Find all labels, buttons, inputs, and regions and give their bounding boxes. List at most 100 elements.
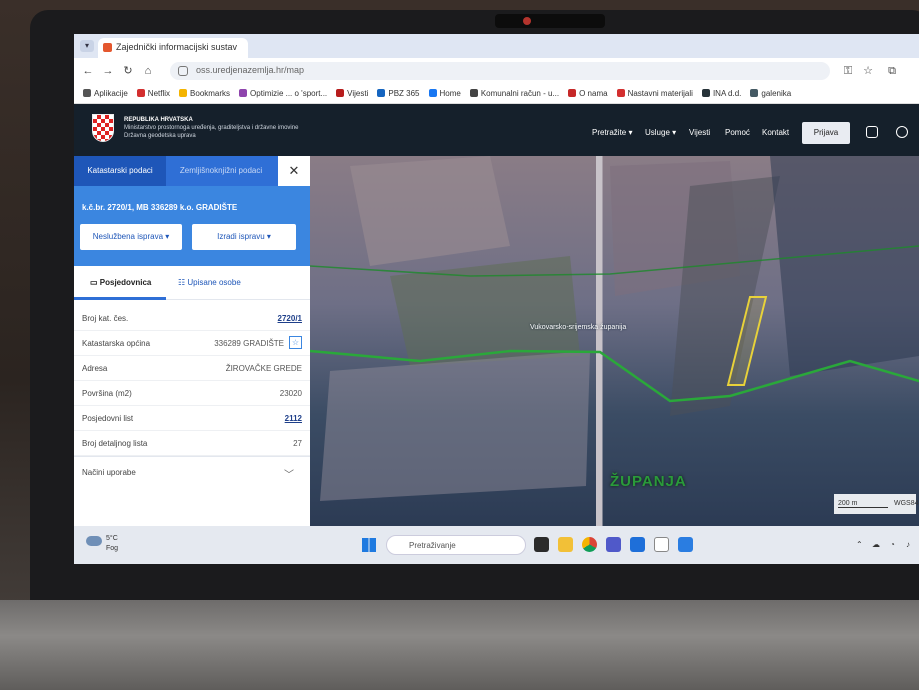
tray-chevron-icon[interactable]: ⌃ (856, 540, 863, 549)
unofficial-document-button[interactable]: Neslužbena isprava ▾ (80, 224, 182, 250)
nacini-uporabe-accordion[interactable]: Načini uporabe ﹀ (74, 456, 310, 486)
map-view[interactable]: Vukovarsko-srijemska županija ŽUPANJA 20… (310, 156, 919, 526)
tab-posjedovnica[interactable]: ▭ Posjedovnica (90, 278, 151, 287)
taskbar-search[interactable]: Pretraživanje (386, 535, 526, 555)
forward-icon[interactable]: → (100, 63, 116, 79)
chrome-icon[interactable] (582, 537, 597, 552)
posjedovni-list-link[interactable]: 2112 (285, 414, 302, 423)
bookmark-icon (377, 89, 386, 97)
weather-widget[interactable]: 5°C Fog (86, 534, 118, 554)
menu-usluge[interactable]: Usluge ▾ (645, 128, 676, 137)
menu-kontakt[interactable]: Kontakt (762, 128, 789, 137)
notepad-icon[interactable] (654, 537, 669, 552)
wifi-icon[interactable]: ◔ (890, 540, 895, 549)
bookmark-icon (616, 89, 625, 97)
row-label: Broj kat. čes. (82, 314, 129, 323)
bookmark-label: Aplikacije (94, 89, 128, 98)
taskbar: 5°C Fog Pretraživanje ⌃ ☁ ◔ ♪ (74, 526, 919, 564)
field-patch (320, 351, 590, 501)
bookmark-item[interactable]: Optimizie ... o 'sport... (239, 84, 328, 103)
row-value: 336289 GRADIŠTE (214, 339, 284, 348)
extensions-icon[interactable]: ⧉ (884, 63, 900, 79)
row-broj-kat-cestice: Broj kat. čes. 2720/1 (74, 306, 310, 331)
org-line2: Ministarstvo prostornoga uređenja, gradi… (124, 125, 299, 131)
tab-upisane-osobe[interactable]: ☷ Upisane osobe (178, 278, 241, 287)
cloud-sync-icon[interactable]: ☁ (872, 540, 880, 549)
bookmark-label: Optimizie ... o 'sport... (250, 89, 328, 98)
county-label: Vukovarsko-srijemska županija (530, 324, 627, 331)
row-value: 27 (293, 439, 302, 448)
bookmark-item[interactable]: Netflix (136, 84, 170, 103)
bookmark-icon (239, 89, 248, 97)
bookmark-item[interactable]: Nastavni materijali (616, 84, 693, 103)
home-icon[interactable]: ⌂ (140, 63, 156, 79)
reload-icon[interactable]: ↻ (120, 63, 136, 79)
url-field[interactable]: oss.uredjenazemlja.hr/map (170, 62, 830, 80)
bookmark-label: INA d.d. (712, 89, 742, 98)
upisane-osobe-label: Upisane osobe (187, 278, 241, 287)
menu-vijesti[interactable]: Vijesti (689, 128, 710, 137)
back-icon[interactable]: ← (80, 63, 96, 79)
browser-tabbar: ▾ Zajednički informacijski sustav (74, 34, 919, 58)
bookmark-icon (136, 89, 145, 97)
row-povrsina: Površina (m2) 23020 (74, 381, 310, 406)
org-line3: Državna geodetska uprava (124, 133, 196, 139)
site-info-icon[interactable] (178, 66, 188, 76)
row-label: Katastarska općina (82, 339, 151, 348)
bookmark-item[interactable]: galenika (750, 84, 791, 103)
favorite-star-icon[interactable]: ☆ (289, 336, 302, 349)
create-document-button[interactable]: Izradi ispravu ▾ (192, 224, 296, 250)
coat-of-arms-icon (92, 114, 114, 142)
org-line1: REPUBLIKA HRVATSKA (124, 117, 193, 123)
field-patch (350, 156, 510, 266)
row-label: Broj detaljnog lista (82, 439, 148, 448)
close-icon[interactable]: ✕ (278, 156, 310, 186)
webcam-led (523, 17, 531, 25)
tab-katastarski-podaci[interactable]: Katastarski podaci (74, 156, 166, 186)
language-icon[interactable] (866, 126, 878, 138)
org-name: REPUBLIKA HRVATSKA Ministarstvo prostorn… (124, 116, 298, 140)
site-header: REPUBLIKA HRVATSKA Ministarstvo prostorn… (74, 104, 919, 156)
bookmark-item[interactable]: Bookmarks (179, 84, 231, 103)
menu-pomoc[interactable]: Pomoć (725, 128, 750, 137)
accessibility-icon[interactable] (896, 126, 908, 138)
bookmark-icon (750, 89, 759, 97)
bookmark-label: Home (439, 89, 461, 98)
tab-zemljisnoknjizni-podaci[interactable]: Zemljišnoknjižni podaci (166, 156, 276, 186)
bookmark-item[interactable]: Aplikacije (83, 84, 128, 103)
row-label: Adresa (82, 364, 108, 373)
volume-icon[interactable]: ♪ (906, 540, 910, 549)
bookmark-item[interactable]: Komunalni račun - u... (469, 84, 559, 103)
screen: ▾ Zajednički informacijski sustav ← → ↻ … (74, 34, 919, 564)
task-view-icon[interactable] (534, 537, 549, 552)
bookmarks-bar: Aplikacije Netflix Bookmarks Optimizie ... … (74, 84, 919, 104)
windows-start-icon[interactable] (362, 538, 376, 552)
browser-tab[interactable]: Zajednički informacijski sustav (98, 38, 248, 58)
teams-icon[interactable] (606, 537, 621, 552)
address-bar-row: ← → ↻ ⌂ oss.uredjenazemlja.hr/map ⚿ ☆ ⧉ (74, 58, 919, 84)
store-icon[interactable] (630, 537, 645, 552)
file-explorer-icon[interactable] (558, 537, 573, 552)
tab-list-icon[interactable]: ▾ (80, 40, 94, 52)
menu-pretrazite[interactable]: Pretražite ▾ (592, 128, 632, 137)
row-value: ŽIROVAČKE GREDE (225, 364, 302, 373)
panel-subtabs: ▭ Posjedovnica ☷ Upisane osobe (74, 266, 310, 300)
parcel-number-link[interactable]: 2720/1 (278, 314, 302, 323)
parcel-title: k.č.br. 2720/1, MB 336289 k.o. GRADIŠTE (82, 203, 238, 212)
bookmark-label: Bookmarks (190, 89, 231, 98)
bookmark-icon (336, 89, 345, 97)
bookmark-item[interactable]: INA d.d. (701, 84, 742, 103)
bookmark-item[interactable]: Home (428, 84, 461, 103)
city-label: ŽUPANJA (610, 473, 687, 490)
laptop-base (0, 600, 919, 690)
login-button[interactable]: Prijava (802, 122, 850, 144)
weather-condition: Fog (106, 545, 119, 552)
bookmark-star-icon[interactable]: ☆ (860, 63, 876, 79)
snipping-tool-icon[interactable] (678, 537, 693, 552)
key-icon[interactable]: ⚿ (840, 63, 856, 79)
bookmark-item[interactable]: Vijesti (336, 84, 368, 103)
bookmark-item[interactable]: O nama (568, 84, 608, 103)
bookmark-item[interactable]: PBZ 365 (377, 84, 420, 103)
scale-projection: WGS84 (894, 500, 919, 507)
persons-icon: ☷ (178, 278, 188, 287)
